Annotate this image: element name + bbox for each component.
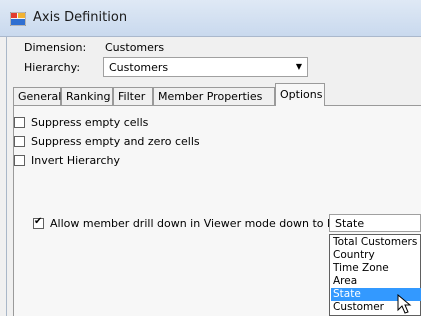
title-bar[interactable]: Axis Definition bbox=[0, 0, 421, 37]
tab-filter[interactable]: Filter bbox=[113, 87, 153, 105]
hierarchy-value: Customers bbox=[109, 61, 169, 74]
mouse-pointer-icon bbox=[397, 294, 412, 314]
tab-general[interactable]: General bbox=[13, 87, 61, 105]
invert-hierarchy-label: Invert Hierarchy bbox=[31, 154, 120, 167]
level-option-time-zone[interactable]: Time Zone bbox=[331, 262, 421, 275]
dimension-value: Customers bbox=[105, 41, 165, 54]
chevron-down-icon[interactable]: ▼ bbox=[296, 62, 302, 71]
allow-drilldown-checkbox[interactable] bbox=[33, 216, 44, 229]
invert-hierarchy-checkbox[interactable] bbox=[14, 155, 25, 166]
tab-options[interactable]: Options bbox=[275, 83, 325, 106]
suppress-empty-checkbox[interactable] bbox=[14, 117, 25, 128]
level-option-country[interactable]: Country bbox=[331, 249, 421, 262]
axis-definition-dialog: Axis Definition Dimension: Customers Hie… bbox=[0, 0, 421, 316]
tab-label: Filter bbox=[118, 90, 146, 103]
tab-label: General bbox=[18, 90, 62, 103]
suppress-empty-zero-checkbox[interactable] bbox=[14, 136, 25, 147]
suppress-empty-zero-label: Suppress empty and zero cells bbox=[31, 135, 200, 148]
level-select[interactable]: State bbox=[329, 214, 421, 232]
hierarchy-label: Hierarchy: bbox=[24, 61, 81, 74]
tab-ranking[interactable]: Ranking bbox=[61, 87, 113, 105]
suppress-empty-label: Suppress empty cells bbox=[31, 116, 149, 129]
tab-label: Member Properties bbox=[158, 90, 263, 103]
dimension-label: Dimension: bbox=[24, 41, 87, 54]
window-title: Axis Definition bbox=[33, 10, 128, 25]
allow-drilldown-label: Allow member drill down in Viewer mode d… bbox=[50, 217, 354, 230]
tab-label: Options bbox=[280, 88, 323, 101]
level-option-area[interactable]: Area bbox=[331, 275, 421, 288]
level-select-value: State bbox=[335, 217, 365, 230]
level-option-total-customers[interactable]: Total Customers bbox=[331, 236, 421, 249]
tab-label: Ranking bbox=[66, 90, 111, 103]
app-window-icon bbox=[10, 12, 26, 26]
hierarchy-select[interactable]: Customers ▼ bbox=[103, 57, 308, 77]
tab-member-properties[interactable]: Member Properties bbox=[153, 87, 275, 105]
